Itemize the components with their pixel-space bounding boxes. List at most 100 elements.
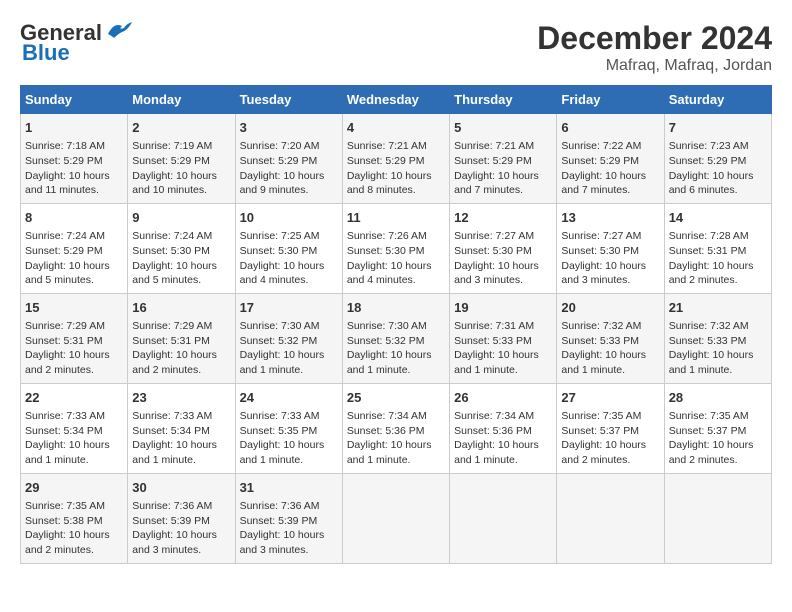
sunset-text: Sunset: 5:37 PM <box>561 425 639 437</box>
sunrise-text: Sunrise: 7:28 AM <box>669 230 749 242</box>
calendar-cell: 30Sunrise: 7:36 AMSunset: 5:39 PMDayligh… <box>128 473 235 563</box>
calendar-cell: 13Sunrise: 7:27 AMSunset: 5:30 PMDayligh… <box>557 203 664 293</box>
logo: General Blue <box>20 20 132 66</box>
calendar-title-block: December 2024 Mafraq, Mafraq, Jordan <box>537 20 772 75</box>
calendar-cell: 31Sunrise: 7:36 AMSunset: 5:39 PMDayligh… <box>235 473 342 563</box>
calendar-week-row: 1 Sunrise: 7:18 AM Sunset: 5:29 PM Daylight… <box>21 114 772 204</box>
sunset-text: Sunset: 5:29 PM <box>25 245 103 257</box>
sunset-text: Sunset: 5:29 PM <box>25 155 103 167</box>
daylight-text: Daylight: 10 hours and 4 minutes. <box>347 260 432 287</box>
calendar-week-row: 22 Sunrise: 7:33 AM Sunset: 5:34 PM Dayligh… <box>21 383 772 473</box>
day-number: 10 <box>240 209 338 227</box>
calendar-cell: 12Sunrise: 7:27 AMSunset: 5:30 PMDayligh… <box>450 203 557 293</box>
sunrise-text: Sunrise: 7:27 AM <box>561 230 641 242</box>
day-number: 11 <box>347 209 445 227</box>
sunrise-text: Sunrise: 7:35 AM <box>669 410 749 422</box>
calendar-cell: 9Sunrise: 7:24 AMSunset: 5:30 PMDaylight… <box>128 203 235 293</box>
daylight-text: Daylight: 10 hours and 1 minute. <box>454 349 539 376</box>
sunset-text: Sunset: 5:30 PM <box>561 245 639 257</box>
day-number: 17 <box>240 299 338 317</box>
day-number: 5 <box>454 119 552 137</box>
daylight-text: Daylight: 10 hours and 5 minutes. <box>25 260 110 287</box>
calendar-cell: 25Sunrise: 7:34 AMSunset: 5:36 PMDayligh… <box>342 383 449 473</box>
calendar-cell: 17Sunrise: 7:30 AMSunset: 5:32 PMDayligh… <box>235 293 342 383</box>
daylight-text: Daylight: 10 hours and 1 minute. <box>240 349 325 376</box>
calendar-cell <box>450 473 557 563</box>
calendar-cell: 24Sunrise: 7:33 AMSunset: 5:35 PMDayligh… <box>235 383 342 473</box>
calendar-table: Sunday Monday Tuesday Wednesday Thursday… <box>20 85 772 564</box>
day-number: 4 <box>347 119 445 137</box>
sunset-text: Sunset: 5:29 PM <box>347 155 425 167</box>
day-number: 15 <box>25 299 123 317</box>
sunrise-text: Sunrise: 7:24 AM <box>25 230 105 242</box>
sunset-text: Sunset: 5:29 PM <box>240 155 318 167</box>
calendar-cell: 28Sunrise: 7:35 AMSunset: 5:37 PMDayligh… <box>664 383 771 473</box>
col-monday: Monday <box>128 86 235 114</box>
day-number: 18 <box>347 299 445 317</box>
calendar-cell <box>557 473 664 563</box>
sunset-text: Sunset: 5:33 PM <box>561 335 639 347</box>
calendar-cell: 22Sunrise: 7:33 AMSunset: 5:34 PMDayligh… <box>21 383 128 473</box>
sunrise-text: Sunrise: 7:35 AM <box>561 410 641 422</box>
day-number: 27 <box>561 389 659 407</box>
calendar-cell: 18Sunrise: 7:30 AMSunset: 5:32 PMDayligh… <box>342 293 449 383</box>
calendar-cell: 27Sunrise: 7:35 AMSunset: 5:37 PMDayligh… <box>557 383 664 473</box>
calendar-cell <box>664 473 771 563</box>
calendar-cell: 23Sunrise: 7:33 AMSunset: 5:34 PMDayligh… <box>128 383 235 473</box>
sunrise-text: Sunrise: 7:24 AM <box>132 230 212 242</box>
day-number: 23 <box>132 389 230 407</box>
sunrise-text: Sunrise: 7:26 AM <box>347 230 427 242</box>
sunset-text: Sunset: 5:29 PM <box>669 155 747 167</box>
daylight-text: Daylight: 10 hours and 1 minute. <box>454 439 539 466</box>
sunset-text: Sunset: 5:35 PM <box>240 425 318 437</box>
calendar-cell: 2Sunrise: 7:19 AMSunset: 5:29 PMDaylight… <box>128 114 235 204</box>
day-number: 22 <box>25 389 123 407</box>
sunrise-text: Sunrise: 7:25 AM <box>240 230 320 242</box>
sunset-text: Sunset: 5:30 PM <box>240 245 318 257</box>
sunrise-text: Sunrise: 7:18 AM <box>25 140 105 152</box>
calendar-cell: 26Sunrise: 7:34 AMSunset: 5:36 PMDayligh… <box>450 383 557 473</box>
sunrise-text: Sunrise: 7:34 AM <box>347 410 427 422</box>
sunrise-text: Sunrise: 7:27 AM <box>454 230 534 242</box>
sunset-text: Sunset: 5:34 PM <box>132 425 210 437</box>
calendar-cell: 3Sunrise: 7:20 AMSunset: 5:29 PMDaylight… <box>235 114 342 204</box>
day-number: 6 <box>561 119 659 137</box>
calendar-body: 1 Sunrise: 7:18 AM Sunset: 5:29 PM Daylight… <box>21 114 772 564</box>
daylight-text: Daylight: 10 hours and 1 minute. <box>240 439 325 466</box>
sunset-text: Sunset: 5:29 PM <box>132 155 210 167</box>
sunset-text: Sunset: 5:32 PM <box>240 335 318 347</box>
day-number: 20 <box>561 299 659 317</box>
sunrise-text: Sunrise: 7:33 AM <box>25 410 105 422</box>
calendar-cell: 21Sunrise: 7:32 AMSunset: 5:33 PMDayligh… <box>664 293 771 383</box>
calendar-cell: 29Sunrise: 7:35 AMSunset: 5:38 PMDayligh… <box>21 473 128 563</box>
daylight-text: Daylight: 10 hours and 2 minutes. <box>669 439 754 466</box>
daylight-text: Daylight: 10 hours and 1 minute. <box>347 439 432 466</box>
calendar-week-row: 15 Sunrise: 7:29 AM Sunset: 5:31 PM Dayligh… <box>21 293 772 383</box>
sunset-text: Sunset: 5:32 PM <box>347 335 425 347</box>
day-number: 29 <box>25 479 123 497</box>
day-number: 16 <box>132 299 230 317</box>
sunrise-text: Sunrise: 7:36 AM <box>132 500 212 512</box>
sunrise-text: Sunrise: 7:32 AM <box>561 320 641 332</box>
calendar-week-row: 8Sunrise: 7:24 AMSunset: 5:29 PMDaylight… <box>21 203 772 293</box>
calendar-cell: 6Sunrise: 7:22 AMSunset: 5:29 PMDaylight… <box>557 114 664 204</box>
days-of-week-row: Sunday Monday Tuesday Wednesday Thursday… <box>21 86 772 114</box>
day-number: 3 <box>240 119 338 137</box>
sunrise-text: Sunrise: 7:29 AM <box>25 320 105 332</box>
col-thursday: Thursday <box>450 86 557 114</box>
sunrise-text: Sunrise: 7:30 AM <box>347 320 427 332</box>
sunrise-text: Sunrise: 7:33 AM <box>132 410 212 422</box>
daylight-text: Daylight: 10 hours and 3 minutes. <box>561 260 646 287</box>
calendar-cell: 16Sunrise: 7:29 AMSunset: 5:31 PMDayligh… <box>128 293 235 383</box>
day-number: 1 <box>25 119 123 137</box>
sunset-text: Sunset: 5:39 PM <box>240 515 318 527</box>
sunset-text: Sunset: 5:30 PM <box>132 245 210 257</box>
sunrise-text: Sunrise: 7:20 AM <box>240 140 320 152</box>
calendar-cell: 15Sunrise: 7:29 AMSunset: 5:31 PMDayligh… <box>21 293 128 383</box>
day-number: 31 <box>240 479 338 497</box>
calendar-cell: 11Sunrise: 7:26 AMSunset: 5:30 PMDayligh… <box>342 203 449 293</box>
calendar-cell: 19Sunrise: 7:31 AMSunset: 5:33 PMDayligh… <box>450 293 557 383</box>
sunset-text: Sunset: 5:31 PM <box>25 335 103 347</box>
daylight-text: Daylight: 10 hours and 8 minutes. <box>347 170 432 197</box>
calendar-cell: 5Sunrise: 7:21 AMSunset: 5:29 PMDaylight… <box>450 114 557 204</box>
